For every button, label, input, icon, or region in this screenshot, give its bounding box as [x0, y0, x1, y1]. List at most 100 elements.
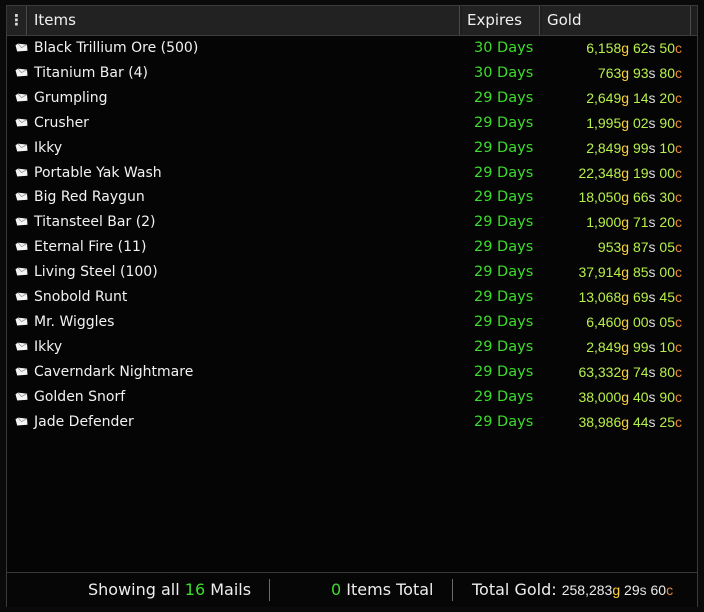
summary-footer: Showing all 16 Mails 0 Items Total Total… [7, 572, 697, 607]
gold-unit: g [621, 264, 630, 281]
silver-amount: 85 [632, 264, 649, 281]
silver-unit: s [648, 64, 656, 81]
silver-unit: s [648, 264, 656, 281]
mail-item-name: Ikky [34, 139, 63, 156]
gold-unit: g [621, 40, 630, 56]
copper-unit: c [675, 289, 682, 305]
footer-divider [269, 579, 270, 601]
gold-unit: g [621, 388, 630, 405]
silver-unit: s [648, 313, 656, 330]
silver-unit: s [648, 239, 656, 256]
column-header-gold[interactable]: Gold [542, 6, 691, 35]
options-menu-button[interactable]: ⋮ [7, 6, 27, 35]
mail-gold-value: 63,332g 74s 80c [578, 360, 682, 384]
mail-envelope-icon [15, 118, 28, 127]
gold-amount: 6,158 [586, 40, 622, 56]
copper-amount: 45 [659, 289, 675, 305]
silver-amount: 93 [632, 64, 649, 81]
mail-expires: 29 Days [474, 89, 534, 106]
mail-row[interactable]: Ikky 29 Days 2,849g 99s 10c [7, 335, 697, 359]
total-silver-amount: 29 [624, 582, 640, 598]
mail-row[interactable]: Black Trillium Ore (500) 30 Days 6,158g 62… [7, 36, 697, 60]
mail-row[interactable]: Snobold Runt 29 Days 13,068g 69s 45c [7, 285, 697, 309]
mail-expires: 29 Days [474, 264, 534, 281]
gold-unit: g [621, 89, 630, 106]
mail-row[interactable]: Living Steel (100) 29 Days 37,914g 85s 00c [7, 260, 697, 284]
mail-item-name: Ikky [34, 338, 63, 355]
mail-expires: 29 Days [474, 164, 534, 181]
showing-prefix: Showing all [88, 580, 180, 599]
items-total-summary: 0 Items Total [331, 573, 434, 607]
gold-amount: 953 [597, 239, 622, 256]
mail-gold-value: 6,158g 62s 50c [586, 36, 682, 60]
gold-unit: g [621, 313, 630, 330]
copper-unit: c [675, 164, 682, 181]
copper-amount: 90 [659, 114, 675, 131]
mail-row[interactable]: Titansteel Bar (2) 29 Days 1,900g 71s 20c [7, 210, 697, 234]
mail-expires: 29 Days [474, 214, 534, 231]
copper-amount: 05 [659, 239, 675, 256]
gold-amount: 38,000 [578, 388, 622, 405]
silver-amount: 99 [632, 139, 649, 156]
mail-row[interactable]: Portable Yak Wash 29 Days 22,348g 19s 00c [7, 161, 697, 185]
silver-amount: 71 [632, 214, 649, 231]
mail-envelope-icon [15, 217, 28, 226]
silver-unit: s [648, 139, 656, 156]
mail-row[interactable]: Crusher 29 Days 1,995g 02s 90c [7, 111, 697, 135]
gold-unit: g [621, 289, 630, 305]
column-header-items[interactable]: Items [29, 6, 460, 35]
mail-envelope-icon [15, 68, 28, 77]
silver-amount: 44 [632, 413, 649, 430]
mail-item-name: Mr. Wiggles [34, 313, 115, 330]
mail-row[interactable]: Big Red Raygun 29 Days 18,050g 66s 30c [7, 185, 697, 209]
mail-item-name: Golden Snorf [34, 388, 126, 405]
mail-item-name: Living Steel (100) [34, 264, 158, 281]
mail-row[interactable]: Eternal Fire (11) 29 Days 953g 87s 05c [7, 235, 697, 259]
mail-expires: 29 Days [474, 189, 534, 206]
copper-unit: c [675, 239, 682, 256]
mail-row[interactable]: Ikky 29 Days 2,849g 99s 10c [7, 136, 697, 160]
mail-expires: 29 Days [474, 413, 534, 430]
items-suffix: Items Total [346, 580, 434, 599]
mail-gold-value: 953g 87s 05c [598, 235, 682, 259]
gold-unit: g [621, 114, 630, 131]
mail-gold-value: 1,900g 71s 20c [586, 210, 682, 234]
mail-row[interactable]: Mr. Wiggles 29 Days 6,460g 00s 05c [7, 310, 697, 334]
copper-amount: 05 [659, 313, 675, 330]
mail-row[interactable]: Golden Snorf 29 Days 38,000g 40s 90c [7, 385, 697, 409]
mail-envelope-icon [15, 192, 28, 201]
total-gold-label: Total Gold: [472, 580, 557, 599]
gold-amount: 13,068 [578, 289, 622, 305]
gold-unit: g [621, 189, 630, 206]
mail-envelope-icon [15, 43, 28, 52]
copper-unit: c [675, 363, 682, 380]
silver-amount: 02 [632, 114, 649, 131]
mail-row[interactable]: Caverndark Nightmare 29 Days 63,332g 74s 8… [7, 360, 697, 384]
mail-row[interactable]: Titanium Bar (4) 30 Days 763g 93s 80c [7, 61, 697, 85]
silver-amount: 87 [632, 239, 649, 256]
gold-amount: 2,849 [586, 139, 622, 156]
copper-amount: 20 [659, 89, 675, 106]
silver-amount: 62 [632, 40, 649, 56]
silver-unit: s [648, 289, 656, 305]
mail-gold-value: 13,068g 69s 45c [578, 285, 682, 309]
silver-amount: 69 [632, 289, 649, 305]
silver-amount: 00 [632, 313, 649, 330]
silver-unit: s [648, 189, 656, 206]
mail-envelope-icon [15, 242, 28, 251]
gold-unit: g [612, 582, 621, 598]
mail-row[interactable]: Jade Defender 29 Days 38,986g 44s 25c [7, 410, 697, 434]
column-header-expires[interactable]: Expires [462, 6, 540, 35]
total-gold-summary: Total Gold: 258,283g 29s 60c [472, 573, 673, 607]
silver-unit: s [648, 164, 656, 181]
silver-unit: s [648, 338, 656, 355]
mail-gold-value: 2,649g 14s 20c [586, 86, 682, 110]
gold-unit: g [621, 139, 630, 156]
mail-item-name: Crusher [34, 114, 89, 131]
mail-count: 16 [184, 580, 206, 599]
copper-unit: c [675, 264, 682, 281]
silver-unit: s [648, 413, 656, 430]
mail-gold-value: 37,914g 85s 00c [578, 260, 682, 284]
mail-row[interactable]: Grumpling 29 Days 2,649g 14s 20c [7, 86, 697, 110]
copper-unit: c [675, 114, 682, 131]
